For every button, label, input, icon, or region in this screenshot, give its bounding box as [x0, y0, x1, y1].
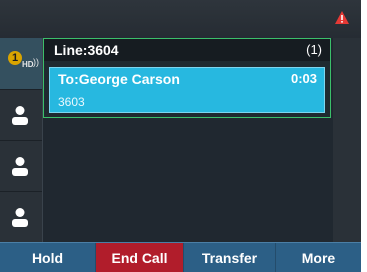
- callee-number: 3603: [58, 95, 85, 109]
- line-label: Line:3604: [54, 42, 119, 58]
- person-icon: [12, 157, 28, 176]
- audio-waves-icon: )): [33, 57, 39, 67]
- active-call-card[interactable]: To:George Carson 0:03 3603: [49, 67, 325, 113]
- softkey-bar: Hold End Call Transfer More: [0, 242, 361, 272]
- phone-screen: 1 HD )) Line:3604 (1) To:George Carson 0…: [0, 0, 361, 272]
- callee-name: To:George Carson: [58, 71, 180, 87]
- line-call-count: (1): [306, 42, 322, 57]
- right-key-column: [333, 38, 361, 242]
- line-header: Line:3604 (1): [44, 39, 330, 61]
- hd-voice-icon: HD: [22, 60, 34, 69]
- person-icon: [12, 106, 28, 125]
- line-key-3[interactable]: [0, 140, 42, 192]
- person-icon: [12, 208, 28, 227]
- active-line-panel: Line:3604 (1) To:George Carson 0:03 3603: [43, 38, 331, 118]
- line-key-4[interactable]: [0, 191, 42, 242]
- line-key-sidebar: 1 HD )): [0, 38, 43, 242]
- warning-triangle-icon[interactable]: [335, 11, 349, 24]
- transfer-button[interactable]: Transfer: [184, 243, 276, 272]
- line-key-1[interactable]: 1 HD )): [0, 38, 42, 90]
- status-bar: [0, 0, 361, 38]
- end-call-button[interactable]: End Call: [96, 243, 184, 272]
- more-button[interactable]: More: [276, 243, 361, 272]
- hold-button[interactable]: Hold: [0, 243, 96, 272]
- call-duration: 0:03: [290, 71, 317, 86]
- line-key-2[interactable]: [0, 89, 42, 141]
- call-count-badge: 1: [8, 51, 22, 65]
